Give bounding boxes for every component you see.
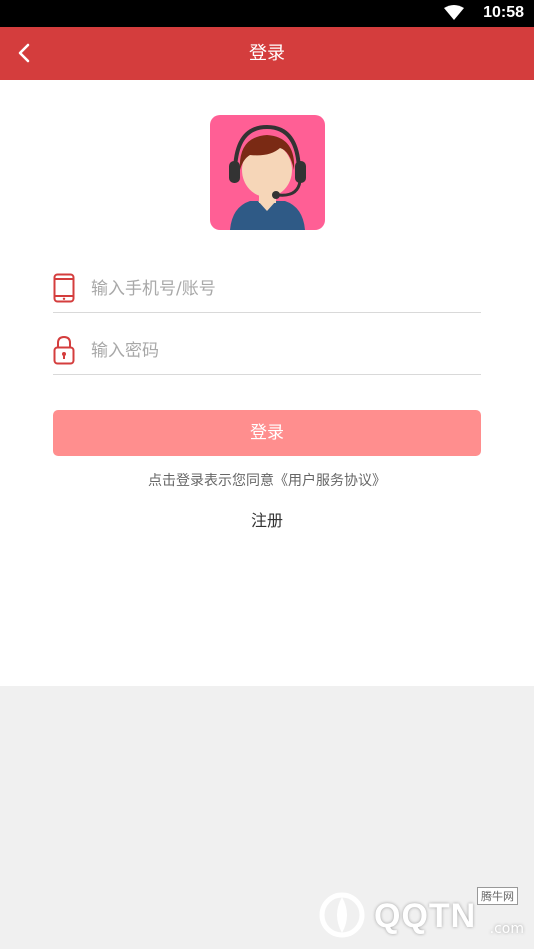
register-row: 注册 xyxy=(0,507,534,531)
page-title: 登录 xyxy=(249,43,285,64)
phone-input[interactable] xyxy=(91,271,471,307)
customer-service-avatar-icon xyxy=(210,115,325,230)
watermark-sub: 腾牛网 xyxy=(477,887,518,905)
app-bar: 登录 xyxy=(0,27,534,80)
status-time: 10:58 xyxy=(483,4,524,21)
login-panel: 登录 点击登录表示您同意《用户服务协议》 注册 xyxy=(0,80,534,686)
watermark-domain: .com xyxy=(489,921,524,937)
phone-icon xyxy=(53,273,75,303)
wifi-icon xyxy=(444,5,464,20)
password-field xyxy=(53,325,481,375)
watermark: QQTN 腾牛网 .com xyxy=(314,887,524,943)
login-button[interactable]: 登录 xyxy=(53,410,481,456)
password-input[interactable] xyxy=(91,333,471,369)
lock-icon xyxy=(53,335,75,365)
status-bar: 10:58 xyxy=(0,0,534,27)
agreement-text: 点击登录表示您同意《用户服务协议》 xyxy=(0,470,534,490)
watermark-brand: QQTN xyxy=(374,897,477,935)
phone-field xyxy=(53,263,481,313)
user-agreement-link[interactable]: 《用户服务协议》 xyxy=(274,473,386,489)
watermark-logo-icon xyxy=(319,892,365,938)
register-link[interactable]: 注册 xyxy=(251,511,283,530)
agreement-prefix: 点击登录表示您同意 xyxy=(148,473,274,489)
